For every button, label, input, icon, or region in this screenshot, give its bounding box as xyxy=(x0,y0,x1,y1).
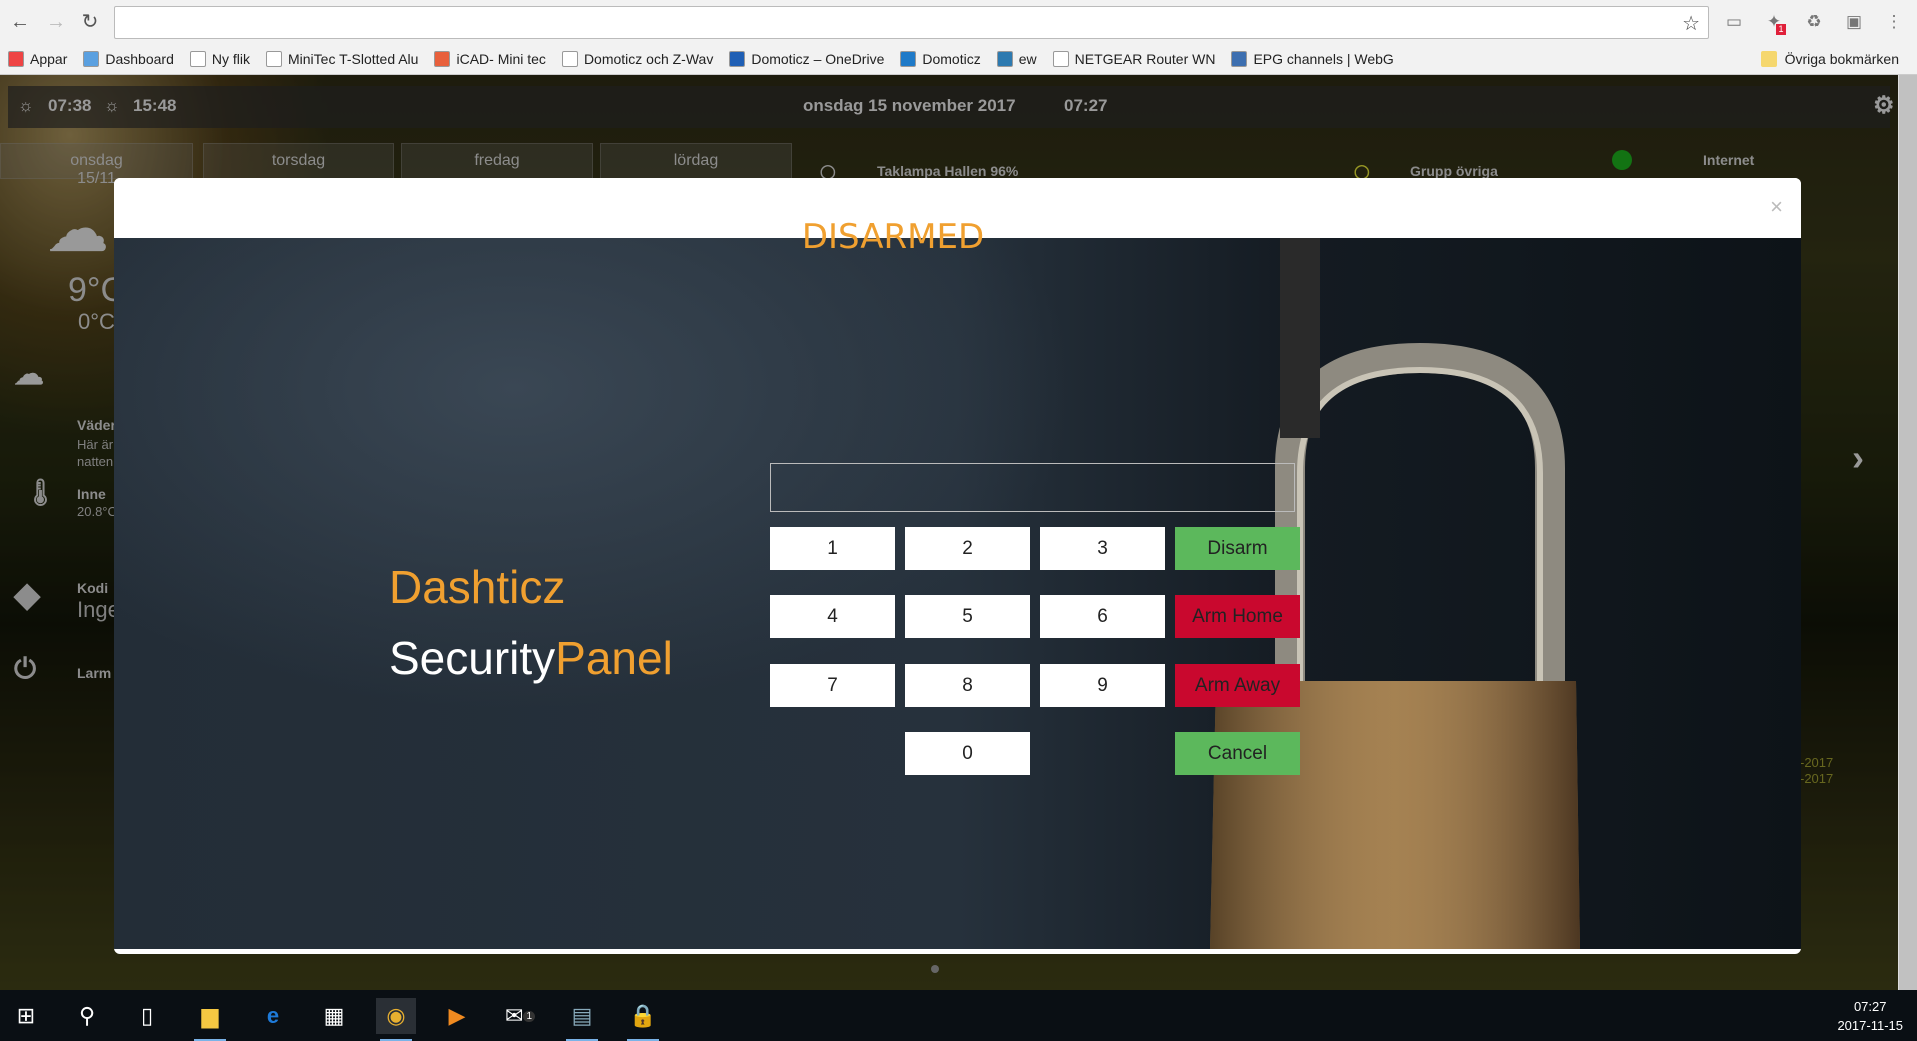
chrome-icon[interactable]: ◉ xyxy=(376,998,416,1041)
key-3[interactable]: 3 xyxy=(1040,527,1165,570)
extension-icon[interactable]: ✦ 1 xyxy=(1762,10,1786,35)
clock-time: 07:27 xyxy=(1853,999,1887,1014)
brand-security: Security xyxy=(389,632,556,684)
media-player-icon[interactable]: ▶ xyxy=(437,998,477,1034)
key-8[interactable]: 8 xyxy=(905,664,1030,707)
reload-button[interactable]: ↻ xyxy=(78,10,102,34)
cast-icon[interactable]: ▭ xyxy=(1722,10,1746,34)
wordpress-icon xyxy=(996,51,1013,67)
system-clock[interactable]: 07:27 2017-11-15 xyxy=(1837,997,1903,1035)
bookmark-label: Domoticz xyxy=(922,51,981,67)
bookmark-item[interactable]: Domoticz – OneDrive xyxy=(729,51,884,67)
bookmark-item[interactable]: EPG channels | WebG xyxy=(1231,51,1394,67)
bookmark-item[interactable]: ew xyxy=(996,51,1037,67)
page-scrollbar[interactable] xyxy=(1898,75,1917,990)
pin-code-input[interactable] xyxy=(770,463,1295,512)
key-1[interactable]: 1 xyxy=(770,527,895,570)
padlock-image xyxy=(1210,238,1580,949)
bookmark-item[interactable]: Domoticz xyxy=(900,51,981,67)
folder-icon xyxy=(1760,51,1777,67)
recycle-icon[interactable]: ♻ xyxy=(1802,10,1826,34)
search-icon[interactable]: ⚲ xyxy=(67,998,107,1034)
mail-icon[interactable]: ✉ 1 xyxy=(500,998,540,1034)
bookmark-label: EPG channels | WebG xyxy=(1253,51,1394,67)
key-6[interactable]: 6 xyxy=(1040,595,1165,638)
menu-icon[interactable]: ⋮ xyxy=(1882,10,1906,34)
file-explorer-icon[interactable]: ▆ xyxy=(190,998,230,1041)
other-bookmarks-label: Övriga bokmärken xyxy=(1784,51,1899,67)
key-5[interactable]: 5 xyxy=(905,595,1030,638)
remote-desktop-icon[interactable]: ▤ xyxy=(562,998,602,1041)
bookmark-item[interactable]: Ny flik xyxy=(189,51,250,67)
back-button[interactable]: ← xyxy=(8,10,32,34)
bookmark-label: Appar xyxy=(30,51,68,67)
minitec-icon xyxy=(265,51,282,67)
cancel-button[interactable]: Cancel xyxy=(1175,732,1300,775)
bookmark-label: Domoticz och Z-Wav xyxy=(583,51,714,67)
arm-away-button[interactable]: Arm Away xyxy=(1175,664,1300,707)
bookmark-label: NETGEAR Router WN xyxy=(1074,51,1216,67)
bookmark-star-icon[interactable]: ☆ xyxy=(1682,11,1700,36)
brand-title: Dashticz xyxy=(389,561,566,613)
other-bookmarks[interactable]: Övriga bokmärken xyxy=(1760,46,1899,72)
clock-date: 2017-11-15 xyxy=(1837,1018,1903,1033)
key-4[interactable]: 4 xyxy=(770,595,895,638)
bookmark-label: Domoticz – OneDrive xyxy=(751,51,885,67)
alarm-status: DISARMED xyxy=(801,217,985,257)
bookmarks-bar: Appar Dashboard Ny flik MiniTec T-Slotted A… xyxy=(8,46,1394,72)
store-icon[interactable]: ▦ xyxy=(314,998,354,1034)
bookmark-label: Dashboard xyxy=(105,51,174,67)
address-bar[interactable]: ☆ xyxy=(114,6,1709,39)
onedrive-icon xyxy=(729,51,746,67)
arm-home-button[interactable]: Arm Home xyxy=(1175,595,1300,638)
key-2[interactable]: 2 xyxy=(905,527,1030,570)
bookmark-item[interactable]: iCAD- Mini tec xyxy=(434,51,546,67)
disarm-button[interactable]: Disarm xyxy=(1175,527,1300,570)
bookmark-item[interactable]: NETGEAR Router WN xyxy=(1052,51,1216,67)
icad-icon xyxy=(434,51,451,67)
bookmark-label: MiniTec T-Slotted Alu xyxy=(287,51,419,67)
domoticz-house-icon xyxy=(561,51,578,67)
bookmark-label: iCAD- Mini tec xyxy=(456,51,546,67)
mail-badge: 1 xyxy=(523,1010,535,1022)
key-7[interactable]: 7 xyxy=(770,664,895,707)
forward-button[interactable]: → xyxy=(44,10,68,34)
task-view-icon[interactable]: ▯ xyxy=(127,998,167,1034)
key-0[interactable]: 0 xyxy=(905,732,1030,775)
bookmark-label: Ny flik xyxy=(211,51,250,67)
browser-toolbar: ← → ↻ ☆ ▭ ✦ 1 ♻ ▣ ⋮ Appar Dashboard Ny flik… xyxy=(0,0,1917,75)
bookmark-item[interactable]: MiniTec T-Slotted Alu xyxy=(265,51,419,67)
domoticz-icon xyxy=(900,51,917,67)
windows-taskbar: ⊞ ⚲ ▯ ▆ e ▦ ◉ ▶ ✉ 1 ▤ 🔒 07:27 2017-11-15 xyxy=(0,990,1917,1041)
page-icon xyxy=(1052,51,1069,67)
nsys-icon xyxy=(83,51,100,67)
modal-body xyxy=(114,238,1801,949)
pdf-extension-icon[interactable]: ▣ xyxy=(1842,10,1866,34)
brand-subtitle: SecurityPanel xyxy=(389,631,673,685)
webg-icon xyxy=(1231,51,1248,67)
brand-panel: Panel xyxy=(555,632,673,684)
windows-start-icon[interactable]: ⊞ xyxy=(6,998,46,1034)
bookmark-item[interactable]: Appar xyxy=(8,51,67,67)
extension-badge: 1 xyxy=(1776,24,1786,35)
bookmark-item[interactable]: Dashboard xyxy=(83,51,174,67)
network-app-icon[interactable]: 🔒 xyxy=(623,998,663,1041)
page-icon xyxy=(189,51,206,67)
apps-grid-icon xyxy=(8,51,24,67)
bookmark-item[interactable]: Domoticz och Z-Wav xyxy=(561,51,714,67)
edge-icon[interactable]: e xyxy=(253,998,293,1034)
key-9[interactable]: 9 xyxy=(1040,664,1165,707)
bookmark-label: ew xyxy=(1018,51,1037,67)
